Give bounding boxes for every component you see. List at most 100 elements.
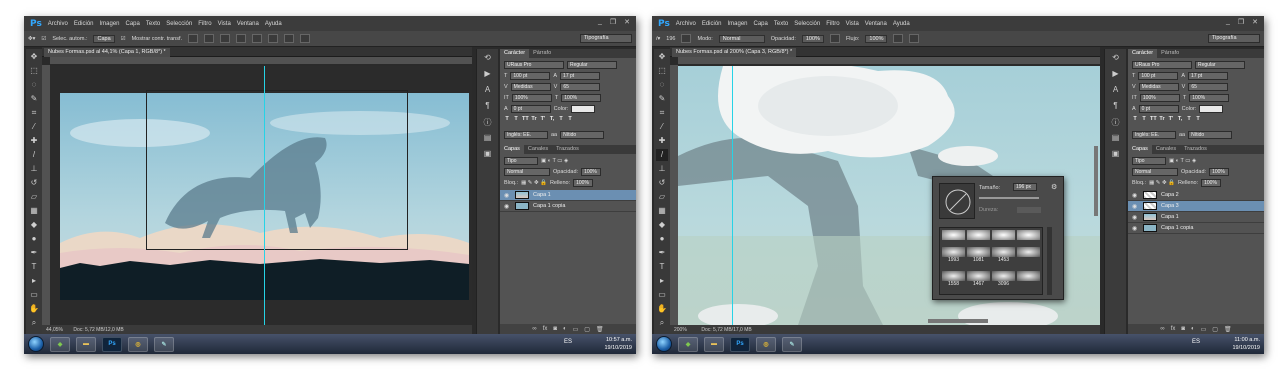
menu-texto[interactable]: Texto: [774, 21, 788, 27]
guide-line[interactable]: [732, 66, 733, 325]
pen-tool-icon[interactable]: ✒: [28, 247, 40, 259]
quick-select-icon[interactable]: ✎: [28, 93, 40, 105]
eye-icon[interactable]: ◉: [504, 203, 511, 210]
layer-comps-icon[interactable]: ▣: [1110, 149, 1122, 161]
workspace-select[interactable]: Tipografía: [580, 34, 632, 43]
font-style-select[interactable]: Regular: [567, 61, 617, 69]
clock[interactable]: 10:57 a.m. 19/10/2019: [604, 336, 632, 352]
faux-italic-button[interactable]: T: [513, 116, 519, 123]
eye-icon[interactable]: ◉: [1132, 225, 1139, 232]
brush-preset[interactable]: 3096: [992, 270, 1015, 292]
layer-name[interactable]: Capa 1 copia: [1161, 225, 1193, 231]
gradient-tool-icon[interactable]: ▦: [656, 205, 668, 217]
quick-select-icon[interactable]: ✎: [656, 93, 668, 105]
adjustment-icon[interactable]: ◐: [1191, 326, 1195, 332]
all-caps-button[interactable]: TT: [1150, 116, 1157, 123]
layer-name[interactable]: Capa 1: [533, 192, 551, 198]
tracking-field[interactable]: 65: [560, 83, 601, 91]
flow-field[interactable]: 100%: [865, 34, 888, 43]
vert-scale-field[interactable]: 100%: [511, 94, 552, 102]
kerning-field[interactable]: Medidas: [510, 83, 551, 91]
blur-tool-icon[interactable]: ◆: [28, 219, 40, 231]
mask-icon[interactable]: ◙: [553, 326, 557, 332]
stamp-tool-icon[interactable]: ⊥: [28, 163, 40, 175]
paint-app-icon[interactable]: ✎: [782, 336, 802, 352]
zoom-tool-icon[interactable]: ⌕: [656, 317, 668, 329]
layer-comps-icon[interactable]: ▣: [482, 149, 494, 161]
paragraph-panel-icon[interactable]: ¶: [482, 101, 494, 113]
small-caps-button[interactable]: Tr: [1159, 116, 1165, 123]
marquee-tool-icon[interactable]: ⬚: [28, 65, 40, 77]
brush-preset[interactable]: 1453: [992, 247, 1015, 268]
lasso-tool-icon[interactable]: ◌: [28, 79, 40, 91]
faux-italic-button[interactable]: T: [1141, 116, 1147, 123]
path-select-icon[interactable]: ▸: [656, 275, 668, 287]
minimize-icon[interactable]: _: [598, 18, 602, 26]
subscript-button[interactable]: T,: [549, 116, 555, 123]
small-caps-button[interactable]: Tr: [531, 116, 537, 123]
taskbar-app-icon[interactable]: ◆: [678, 336, 698, 352]
tab-paths[interactable]: Trazados: [552, 145, 583, 154]
filter-icons[interactable]: ▣ ◐ T ▭ ◈: [1169, 158, 1196, 164]
zoom-tool-icon[interactable]: ⌕: [28, 317, 40, 329]
type-tool-icon[interactable]: T: [28, 261, 40, 273]
character-panel-icon[interactable]: A: [1110, 85, 1122, 97]
layer-row[interactable]: ◉ Capa 1: [500, 190, 636, 201]
brush-preset[interactable]: 1558: [942, 270, 965, 292]
font-size-field[interactable]: 100 pt: [1138, 72, 1179, 80]
menu-ventana[interactable]: Ventana: [865, 21, 887, 27]
brush-preset[interactable]: [967, 230, 990, 245]
baseline-field[interactable]: 0 pt: [1138, 105, 1179, 113]
align-top-icon[interactable]: [188, 34, 199, 43]
brush-preset[interactable]: 1081: [967, 247, 990, 268]
photoshop-app-icon[interactable]: Ps: [730, 336, 750, 352]
tab-paragraph[interactable]: Párrafo: [529, 49, 555, 58]
menu-capa[interactable]: Capa: [754, 21, 768, 27]
eyedropper-icon[interactable]: ⁄: [656, 121, 668, 133]
layer-name[interactable]: Capa 3: [1161, 203, 1179, 209]
menu-seleccion[interactable]: Selección: [794, 21, 820, 27]
dodge-tool-icon[interactable]: ●: [28, 233, 40, 245]
align-center-icon[interactable]: [252, 34, 263, 43]
clock[interactable]: 11:00 a.m. 19/10/2019: [1232, 336, 1260, 352]
layer-row[interactable]: ◉ Capa 1: [1128, 212, 1264, 223]
leading-field[interactable]: 17 pt: [560, 72, 601, 80]
brush-preset[interactable]: 1467: [967, 270, 990, 292]
horiz-scale-field[interactable]: 100%: [561, 94, 602, 102]
taskbar-app-icon[interactable]: ◆: [50, 336, 70, 352]
brush-preset[interactable]: [1017, 270, 1040, 292]
gear-icon[interactable]: ⚙: [1051, 183, 1057, 191]
new-layer-icon[interactable]: ▢: [1212, 326, 1218, 333]
antialias-select[interactable]: Nítido: [560, 131, 605, 139]
start-button[interactable]: [28, 336, 44, 352]
move-tool-icon[interactable]: ✥: [656, 51, 668, 63]
tab-character[interactable]: Carácter: [500, 49, 530, 58]
crop-tool-icon[interactable]: ⌗: [656, 107, 668, 119]
hand-tool-icon[interactable]: ✋: [656, 303, 668, 315]
eraser-tool-icon[interactable]: ▱: [656, 191, 668, 203]
stamp-tool-icon[interactable]: ⊥: [656, 163, 668, 175]
strikethrough-button[interactable]: T: [1195, 116, 1201, 123]
layer-kind-filter[interactable]: Tipo: [1132, 157, 1166, 165]
presets-scrollbar[interactable]: [1047, 227, 1052, 295]
brush-tool-icon[interactable]: /▾: [656, 36, 660, 42]
brush-preset[interactable]: [1017, 230, 1040, 245]
layer-name[interactable]: Capa 1 copia: [533, 203, 565, 209]
paint-app-icon[interactable]: ✎: [154, 336, 174, 352]
tab-layers[interactable]: Capas: [1128, 145, 1152, 154]
tab-paragraph[interactable]: Párrafo: [1157, 49, 1183, 58]
properties-icon[interactable]: ▤: [482, 133, 494, 145]
align-right-icon[interactable]: [268, 34, 279, 43]
tab-channels[interactable]: Canales: [524, 145, 552, 154]
eye-icon[interactable]: ◉: [1132, 203, 1139, 210]
underline-button[interactable]: T: [1186, 116, 1192, 123]
menu-ayuda[interactable]: Ayuda: [265, 21, 282, 27]
type-tool-icon[interactable]: T: [656, 261, 668, 273]
airbrush-icon[interactable]: [893, 34, 904, 43]
folder-icon[interactable]: ▭: [573, 326, 579, 333]
fx-icon[interactable]: fx: [543, 326, 548, 332]
underline-button[interactable]: T: [558, 116, 564, 123]
distribute-icon-2[interactable]: [300, 34, 311, 43]
font-size-field[interactable]: 100 pt: [510, 72, 551, 80]
hardness-field[interactable]: [1017, 207, 1041, 213]
